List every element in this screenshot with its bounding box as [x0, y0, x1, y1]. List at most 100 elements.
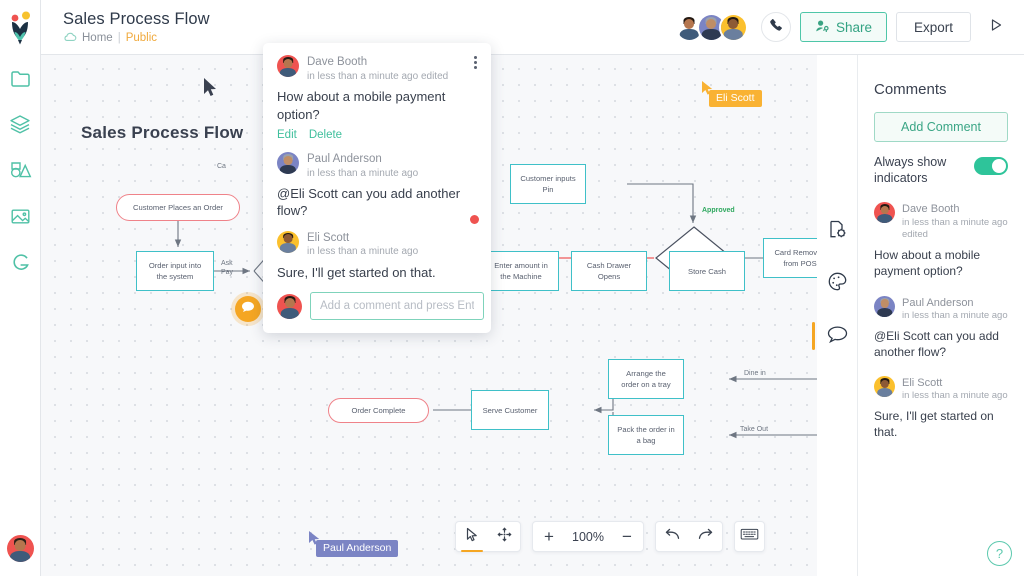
panel-icon-rail	[811, 215, 858, 353]
avatar	[277, 230, 299, 253]
document-settings-button[interactable]	[820, 215, 855, 249]
avatar-eli-scott[interactable]	[718, 12, 748, 42]
minus-icon: −	[622, 527, 632, 546]
avatar	[277, 151, 299, 174]
comment-marker[interactable]	[235, 296, 261, 322]
comment-timestamp: in less than a minute ago	[902, 309, 1008, 321]
comment-options-button[interactable]	[474, 56, 477, 69]
comment-text: @Eli Scott can you add another flow?	[874, 328, 999, 359]
comment-input[interactable]	[310, 292, 484, 321]
select-tool-button[interactable]	[456, 522, 488, 552]
comment-author: Eli Scott	[307, 231, 350, 244]
popup-comment-header: Dave Booth in less than a minute ago edi…	[277, 55, 477, 83]
edge-label-dine-in: Dine in	[741, 370, 769, 377]
comment-author: Paul Anderson	[902, 296, 974, 309]
call-button[interactable]	[760, 12, 791, 42]
avatar-face	[720, 14, 746, 40]
share-user-icon	[815, 19, 830, 36]
sidebar-comment-header: Paul Anderson in less than a minute ago	[874, 295, 1008, 323]
popup-comment-meta: Dave Booth in less than a minute ago edi…	[307, 55, 448, 83]
header-actions: Share Export	[674, 12, 1010, 42]
comment-actions: Edit Delete	[277, 129, 477, 141]
node-order-complete[interactable]: Order Complete	[328, 398, 429, 423]
comment-author: Eli Scott	[902, 377, 943, 390]
delete-comment-link[interactable]: Delete	[309, 129, 342, 141]
help-button[interactable]: ?	[987, 541, 1012, 566]
comment-text: @Eli Scott can you add another flow?	[277, 186, 461, 219]
edge-label-approved: Approved	[700, 207, 737, 214]
avatar[interactable]	[6, 535, 34, 562]
popup-comment-meta: Paul Anderson in less than a minute ago	[307, 152, 418, 180]
comment-timestamp: in less than a minute ago	[307, 167, 419, 179]
node-customer-inputs-pin[interactable]: Customer inputs Pin	[510, 164, 586, 204]
image-icon	[10, 207, 31, 226]
list-item[interactable]: Eli Scott in less than a minute ago Sure…	[874, 376, 1008, 440]
redo-button[interactable]	[689, 522, 722, 551]
g-logo-icon	[10, 252, 31, 273]
share-button[interactable]: Share	[799, 12, 887, 42]
node-label: Store Cash	[688, 266, 726, 276]
comment-popup[interactable]: Dave Booth in less than a minute ago edi…	[263, 43, 491, 334]
node-arrange-order-tray[interactable]: Arrange the order on a tray	[608, 359, 684, 399]
add-comment-label: Add Comment	[901, 120, 981, 134]
present-button[interactable]	[982, 13, 1010, 41]
mouse-cursor	[203, 78, 217, 102]
sidebar-title: Comments	[874, 81, 947, 98]
zoom-level[interactable]: 100%	[565, 530, 611, 544]
avatar-face	[277, 293, 302, 319]
breadcrumb-visibility[interactable]: Public	[126, 32, 157, 44]
sidebar-item-shapes[interactable]	[0, 147, 41, 193]
pan-tool-button[interactable]	[488, 522, 520, 551]
add-comment-button[interactable]: Add Comment	[874, 112, 1008, 142]
sidebar-item-brand[interactable]	[0, 239, 41, 285]
sidebar-item-images[interactable]	[0, 193, 41, 239]
history-group	[655, 521, 723, 552]
node-customer-places-order[interactable]: Customer Places an Order	[116, 194, 240, 221]
breadcrumb-home[interactable]: Home	[82, 32, 113, 44]
sidebar-item-folder[interactable]	[0, 55, 41, 101]
avatar-face	[874, 202, 895, 224]
export-button[interactable]: Export	[895, 12, 971, 42]
edit-comment-link[interactable]: Edit	[277, 129, 297, 141]
always-show-indicators-row: Always show indicators	[874, 155, 1008, 186]
app-logo[interactable]	[0, 0, 41, 55]
comments-panel-button[interactable]	[811, 319, 855, 353]
sidebar-comment-meta: Eli Scott in less than a minute ago	[902, 376, 1008, 403]
move-arrows-icon	[497, 527, 512, 547]
theme-palette-button[interactable]	[820, 267, 855, 301]
node-enter-amount[interactable]: Enter amount in the Machine	[483, 251, 559, 291]
tool-group	[455, 521, 521, 552]
undo-button[interactable]	[656, 522, 689, 551]
zoom-in-button[interactable]: +	[533, 522, 565, 551]
node-cash-drawer-opens[interactable]: Cash Drawer Opens	[571, 251, 647, 291]
avatar-face	[874, 295, 895, 317]
avatar	[874, 295, 895, 317]
avatar-face	[277, 55, 299, 77]
node-card-removed[interactable]: Card Removed from POS	[763, 238, 817, 278]
list-item[interactable]: Paul Anderson in less than a minute ago …	[874, 295, 1008, 360]
zoom-out-button[interactable]: −	[611, 522, 643, 551]
node-serve-customer[interactable]: Serve Customer	[471, 390, 549, 430]
node-label: Serve Customer	[482, 405, 538, 415]
avatar	[874, 202, 895, 224]
cursor-label: Paul Anderson	[316, 540, 399, 557]
canvas-title: Sales Process Flow	[81, 123, 244, 142]
node-label: Customer inputs Pin	[520, 174, 576, 194]
node-label: Customer Places an Order	[133, 203, 223, 212]
node-store-cash[interactable]: Store Cash	[669, 251, 745, 291]
comment-text: Sure, I'll get started on that.	[874, 409, 994, 440]
list-item[interactable]: Dave Booth in less than a minute ago edi…	[874, 202, 1008, 279]
sidebar-item-layers[interactable]	[0, 101, 41, 147]
always-show-indicators-toggle[interactable]	[974, 157, 1008, 175]
popup-comment-meta: Eli Scott in less than a minute ago	[307, 231, 418, 259]
node-label: Order input into the system	[148, 261, 202, 281]
sidebar-comment-meta: Paul Anderson in less than a minute ago	[902, 296, 1008, 323]
node-pack-order-bag[interactable]: Pack the order in a bag	[608, 415, 684, 455]
node-order-input[interactable]: Order input into the system	[136, 251, 214, 291]
node-label: Card Removed from POS	[774, 248, 817, 268]
keyboard-shortcuts-button[interactable]	[734, 521, 765, 552]
cloud-icon	[63, 32, 77, 45]
node-label: Cash Drawer Opens	[586, 261, 632, 281]
sidebar-comment-header: Dave Booth in less than a minute ago edi…	[874, 202, 1008, 242]
avatar	[277, 55, 299, 77]
